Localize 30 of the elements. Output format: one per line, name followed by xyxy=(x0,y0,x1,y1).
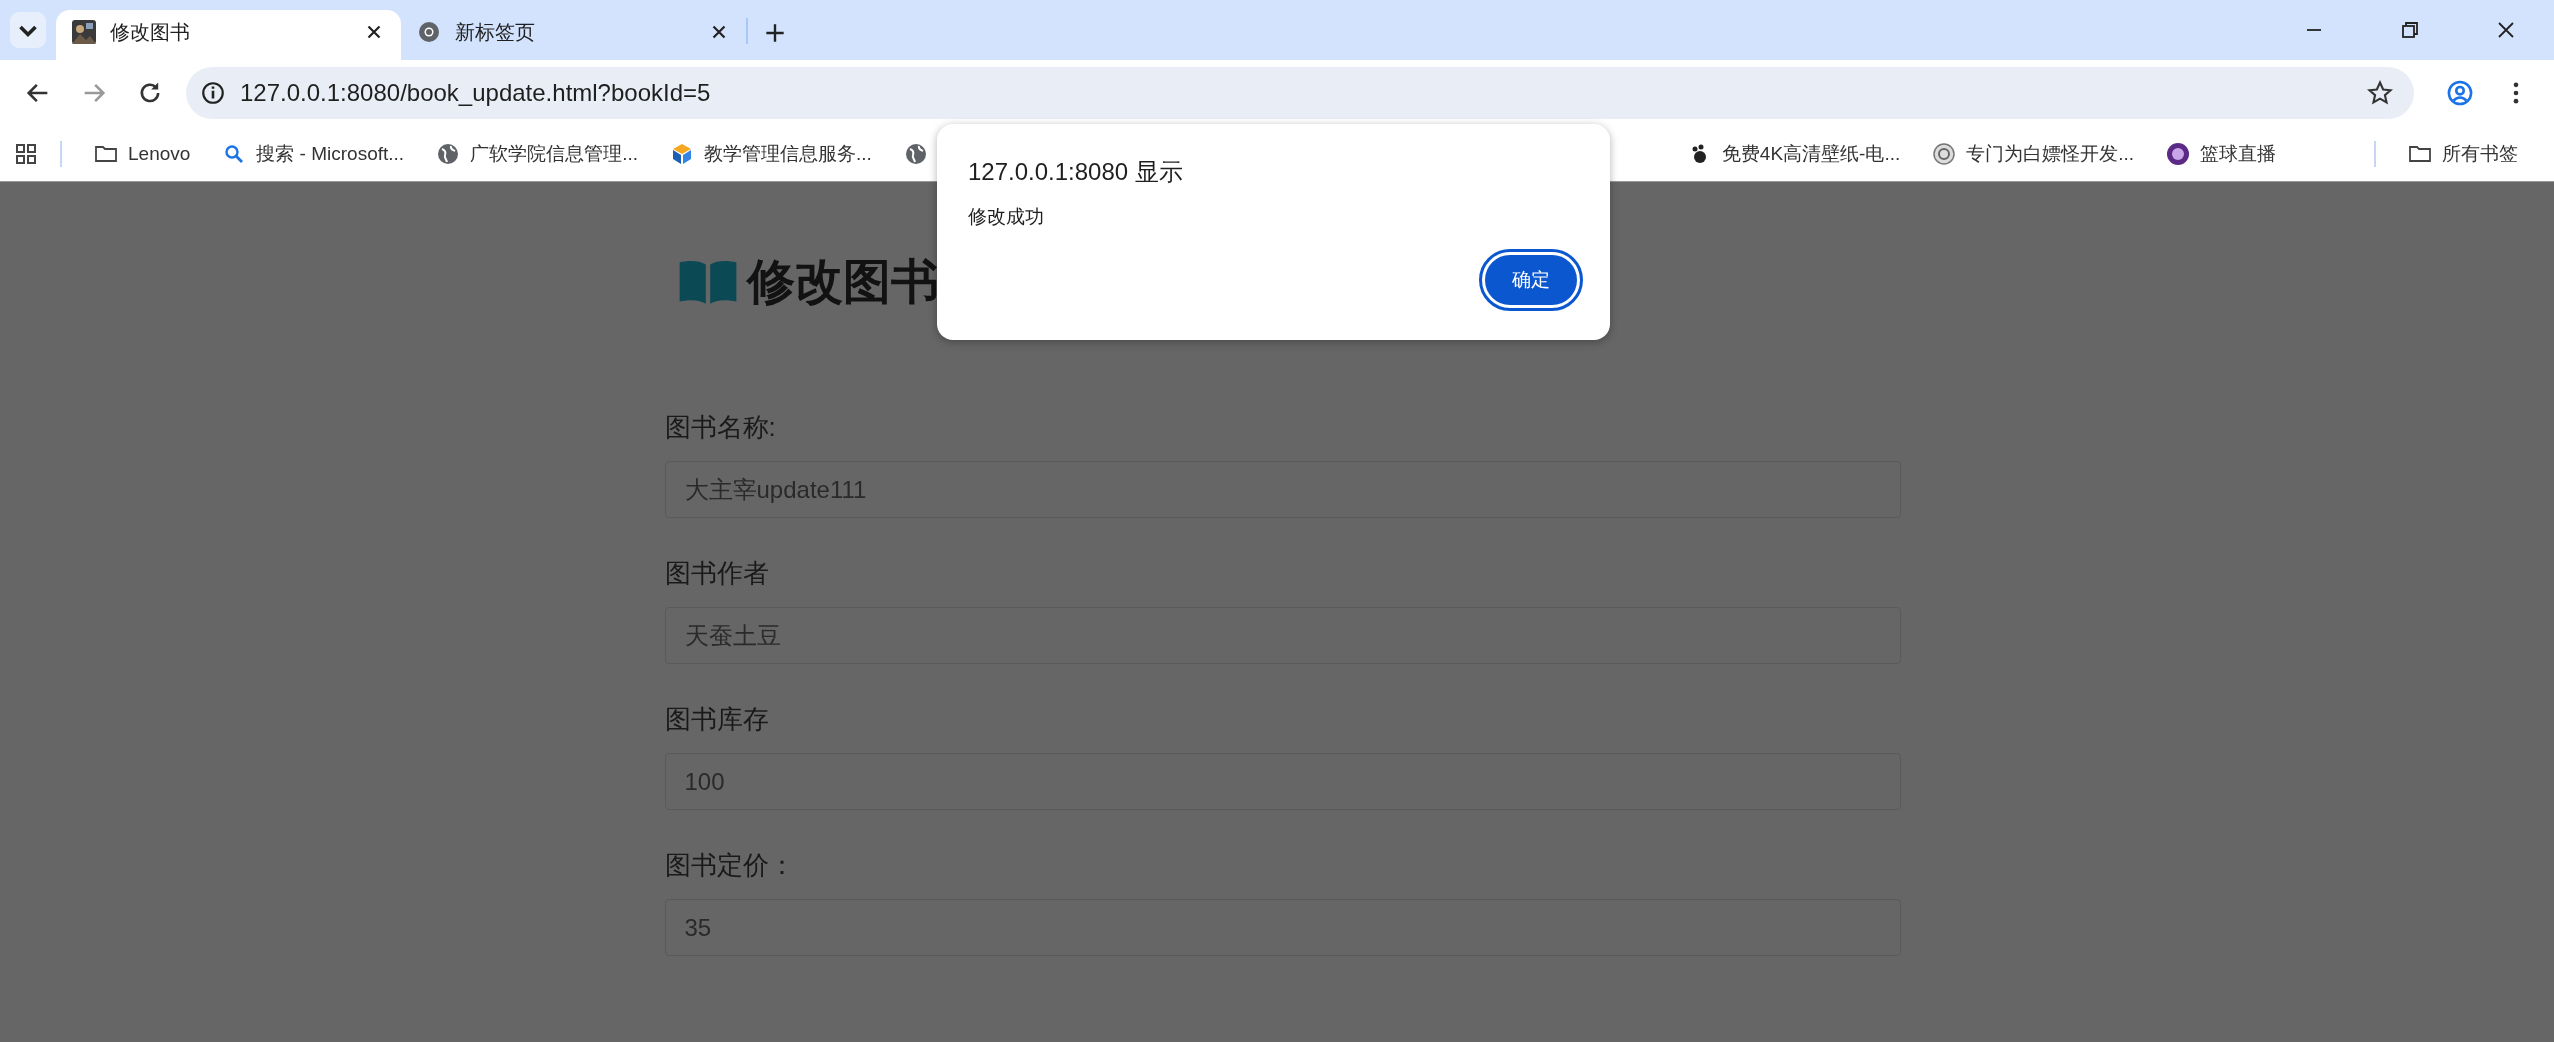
browser-tab[interactable]: 新标签页 xyxy=(401,10,746,60)
field-label: 图书库存 xyxy=(664,703,770,736)
ok-button[interactable]: 确定 xyxy=(1482,252,1580,308)
page-heading: 修改图书 xyxy=(746,254,939,310)
field-label: 图书名称: xyxy=(664,411,777,444)
bookmark[interactable]: 免费4K高清壁纸-电... xyxy=(1677,134,1911,173)
tab-title: 修改图书 xyxy=(110,19,191,45)
bookmark-label: Lenovo xyxy=(128,142,191,165)
bookmark[interactable]: 教学管理信息服务... xyxy=(660,134,882,173)
browser-tab[interactable]: 修改图书 xyxy=(56,10,401,60)
bookmark[interactable]: 篮球直播 xyxy=(2156,134,2287,173)
tab-title: 新标签页 xyxy=(455,19,536,45)
bookmark-label: 专门为白嫖怪开发... xyxy=(1966,141,2135,166)
field-label: 图书作者 xyxy=(664,557,770,590)
all-bookmarks[interactable]: 所有书签 xyxy=(2398,134,2528,173)
bookmark[interactable]: 广软学院信息管理... xyxy=(426,134,648,173)
bookmark-label: 篮球直播 xyxy=(2200,141,2277,166)
bookmark-label: 教学管理信息服务... xyxy=(704,141,872,166)
address-bar[interactable]: 127.0.0.1:8080/book_update.html?bookId=5 xyxy=(186,67,2414,119)
bookmark[interactable]: 专门为白嫖怪开发... xyxy=(1922,134,2145,173)
dialog-message: 修改成功 xyxy=(968,205,1045,229)
bookmark-label: 广软学院信息管理... xyxy=(470,141,638,166)
field-label: 图书定价： xyxy=(664,849,796,882)
bookmark[interactable]: 搜索 - Microsoft... xyxy=(212,134,415,173)
url-text: 127.0.0.1:8080/book_update.html?bookId=5 xyxy=(240,79,711,107)
bookmark-label: 免费4K高清壁纸-电... xyxy=(1721,141,1901,166)
bookmark[interactable]: Lenovo xyxy=(84,135,201,172)
bookmark-label: 所有书签 xyxy=(2442,141,2518,166)
dialog-title: 127.0.0.1:8080 显示 xyxy=(968,157,1184,187)
bookmark-label: 搜索 - Microsoft... xyxy=(256,141,405,166)
